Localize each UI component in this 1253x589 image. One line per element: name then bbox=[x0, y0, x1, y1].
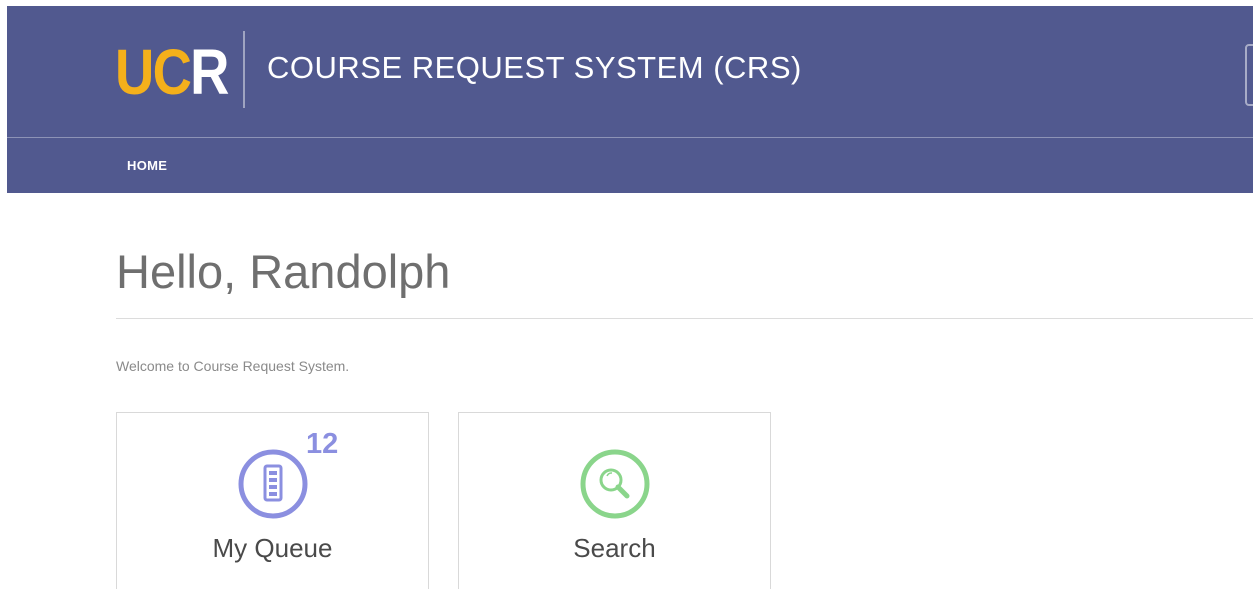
main-nav: HOME bbox=[7, 137, 1253, 193]
search-tile[interactable]: Search bbox=[458, 412, 771, 589]
logo-letter-u: U bbox=[115, 36, 154, 108]
search-label: Search bbox=[573, 533, 656, 563]
logo-letter-r: R bbox=[190, 36, 229, 108]
app-title: COURSE REQUEST SYSTEM (CRS) bbox=[267, 50, 802, 85]
search-icon bbox=[580, 449, 649, 519]
queue-list-icon bbox=[238, 449, 307, 519]
page-title: Hello, Randolph bbox=[116, 245, 451, 298]
my-queue-tile[interactable]: 12 My Queue bbox=[116, 412, 429, 589]
header-user-control[interactable] bbox=[1245, 44, 1253, 106]
logo-letter-c: C bbox=[152, 36, 192, 108]
page: U C R COURSE REQUEST SYSTEM (CRS) HOME H… bbox=[0, 0, 1253, 589]
title-divider bbox=[116, 318, 1253, 319]
welcome-text: Welcome to Course Request System. bbox=[116, 358, 350, 374]
header: U C R COURSE REQUEST SYSTEM (CRS) bbox=[7, 6, 1253, 137]
my-queue-label: My Queue bbox=[212, 533, 333, 563]
queue-count-badge: 12 bbox=[306, 428, 339, 460]
nav-item-home[interactable]: HOME bbox=[127, 158, 167, 173]
logo-divider bbox=[243, 31, 245, 108]
ucr-logo[interactable]: U C R bbox=[115, 36, 229, 108]
